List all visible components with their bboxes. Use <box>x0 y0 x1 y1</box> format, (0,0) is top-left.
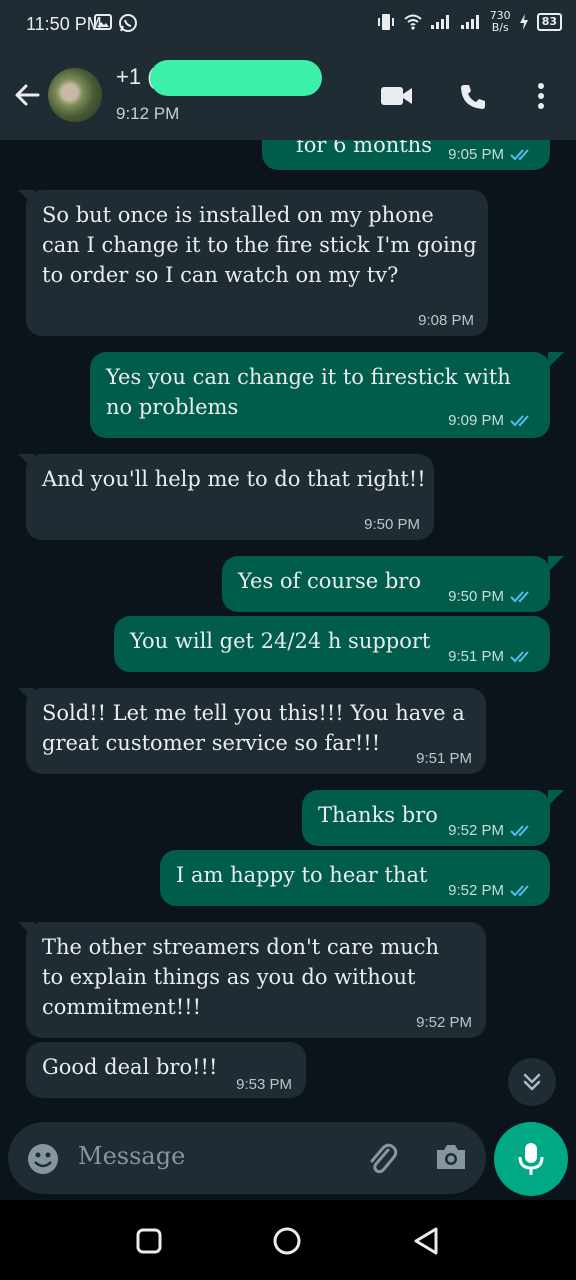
voice-call-icon[interactable] <box>458 82 488 112</box>
message-text: So but once is installed on my phone can… <box>42 203 477 287</box>
message-time: 9:51 PM <box>448 648 504 665</box>
recent-apps-icon[interactable] <box>136 1228 162 1254</box>
more-options-icon[interactable] <box>536 82 546 110</box>
chat-area[interactable]: for 6 months 9:05 PM So but once is inst… <box>0 140 576 1115</box>
message-incoming[interactable]: Good deal bro!!! 9:53 PM <box>26 1042 306 1098</box>
emoji-icon[interactable] <box>26 1142 60 1176</box>
back-arrow-icon[interactable] <box>12 80 42 110</box>
message-time: 9:52 PM <box>448 882 504 899</box>
message-outgoing[interactable]: You will get 24/24 h support 9:51 PM <box>114 616 550 672</box>
battery-level: 83 <box>536 13 562 31</box>
signal-icon-1 <box>430 15 449 29</box>
video-call-icon[interactable] <box>380 84 414 108</box>
whatsapp-icon <box>119 14 137 32</box>
message-text: Good deal bro!!! <box>42 1055 218 1079</box>
read-ticks-icon <box>510 885 529 897</box>
message-time: 9:52 PM <box>448 822 504 839</box>
message-incoming[interactable]: So but once is installed on my phone can… <box>26 190 488 336</box>
message-text: Yes of course bro <box>238 569 421 593</box>
message-time: 9:53 PM <box>236 1076 292 1093</box>
message-outgoing[interactable]: Thanks bro 9:52 PM <box>302 790 550 846</box>
message-text: Thanks bro <box>318 803 438 827</box>
message-text: The other streamers don't care much to e… <box>42 935 440 1019</box>
charging-icon <box>519 14 528 30</box>
message-input[interactable]: Message <box>78 1142 185 1170</box>
message-time: 9:50 PM <box>364 516 420 533</box>
message-time: 9:09 PM <box>448 412 504 429</box>
message-time: 9:05 PM <box>448 146 504 163</box>
message-outgoing[interactable]: Yes you can change it to firestick with … <box>90 352 550 438</box>
vibrate-icon <box>377 14 394 30</box>
bubble-tail <box>548 556 564 572</box>
scroll-to-bottom-button[interactable] <box>508 1058 556 1106</box>
message-time: 9:52 PM <box>416 1014 472 1031</box>
bubble-tail <box>548 352 564 368</box>
message-text: You will get 24/24 h support <box>130 629 431 653</box>
status-bar: 11:50 PM 730 B/s 83 <box>0 0 576 50</box>
gallery-icon <box>94 14 112 30</box>
back-icon[interactable] <box>412 1226 440 1256</box>
net-speed: 730 B/s <box>490 10 511 34</box>
message-time: 9:08 PM <box>418 312 474 329</box>
redaction-mark <box>150 60 322 96</box>
message-text: I am happy to hear that <box>176 863 428 887</box>
wifi-icon <box>404 14 422 30</box>
message-incoming[interactable]: Sold!! Let me tell you this!!! You have … <box>26 688 486 774</box>
message-time: 9:51 PM <box>416 750 472 767</box>
message-incoming[interactable]: The other streamers don't care much to e… <box>26 922 486 1038</box>
read-ticks-icon <box>510 415 529 427</box>
contact-avatar[interactable] <box>48 68 102 122</box>
home-icon[interactable] <box>272 1226 302 1256</box>
bubble-tail <box>548 790 564 806</box>
message-text: Sold!! Let me tell you this!!! You have … <box>42 701 465 755</box>
read-ticks-icon <box>510 149 529 161</box>
message-time: 9:50 PM <box>448 588 504 605</box>
message-composer[interactable]: Message <box>8 1122 486 1194</box>
net-speed-unit: B/s <box>491 21 509 34</box>
double-chevron-down-icon <box>523 1073 541 1091</box>
chat-header: +1 (82 9:12 PM <box>0 50 576 140</box>
system-navigation-bar <box>0 1200 576 1280</box>
last-seen: 9:12 PM <box>116 104 180 123</box>
message-text: for 6 months <box>296 140 432 157</box>
read-ticks-icon <box>510 651 529 663</box>
signal-icon-2 <box>460 15 479 29</box>
message-text: And you'll help me to do that right!! <box>42 467 426 491</box>
message-outgoing[interactable]: for 6 months 9:05 PM <box>262 140 550 170</box>
camera-icon[interactable] <box>434 1142 468 1172</box>
message-outgoing[interactable]: I am happy to hear that 9:52 PM <box>160 850 550 906</box>
attachment-icon[interactable] <box>364 1140 398 1176</box>
status-time: 11:50 PM <box>26 14 102 34</box>
read-ticks-icon <box>510 825 529 837</box>
microphone-icon <box>518 1143 544 1175</box>
message-outgoing[interactable]: Yes of course bro 9:50 PM <box>222 556 550 612</box>
message-incoming[interactable]: And you'll help me to do that right!! 9:… <box>26 454 434 540</box>
read-ticks-icon <box>510 591 529 603</box>
voice-message-button[interactable] <box>494 1122 568 1196</box>
